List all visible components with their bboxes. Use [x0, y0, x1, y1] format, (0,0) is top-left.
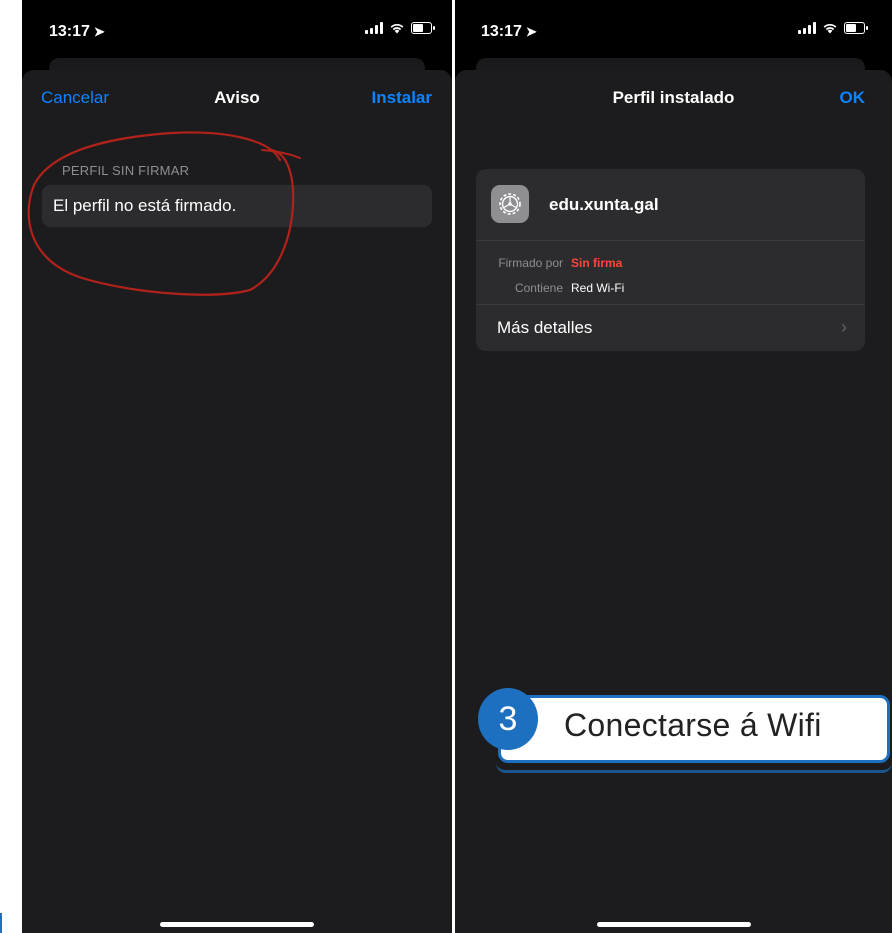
home-indicator [160, 922, 314, 927]
wifi-icon [390, 24, 404, 34]
signed-by-value: Sin firma [571, 256, 623, 270]
callout-text: Conectarse á Wifi [564, 707, 822, 743]
home-indicator [596, 922, 751, 927]
nav-title: Perfil instalado [612, 88, 735, 107]
contains-row: Contiene Red Wi-Fi [476, 281, 624, 295]
step-callout: Conectarse á Wifi 3 [478, 688, 892, 773]
ok-button[interactable]: OK [840, 88, 866, 108]
contains-label: Contiene [514, 281, 563, 295]
wifi-icon [823, 24, 837, 34]
status-time: 13:17 [49, 23, 90, 40]
location-arrow-icon: ➤ [525, 24, 537, 39]
chevron-right-icon: › [841, 317, 847, 337]
more-details-label: Más detalles [497, 318, 593, 337]
stray-blue-mark [0, 913, 2, 933]
signed-by-label: Firmado por [498, 256, 563, 270]
install-button[interactable]: Instalar [372, 88, 432, 108]
status-time: 13:17 [481, 23, 522, 40]
section-header: PERFIL SIN FIRMAR [62, 163, 190, 178]
status-bar: 13:17 ➤ [22, 0, 452, 58]
cellular-signal-icon [365, 22, 383, 34]
contains-value: Red Wi-Fi [571, 281, 625, 295]
install-sheet: Cancelar Aviso Instalar PERFIL SIN FIRMA… [22, 70, 452, 933]
location-arrow-icon: ➤ [93, 24, 105, 39]
profile-name: edu.xunta.gal [549, 195, 659, 214]
status-bar: 13:17 ➤ [455, 0, 892, 58]
more-details-row[interactable]: Más detalles › [476, 304, 865, 351]
right-phone-screen: 13:17 ➤ Perfil instalado OK edu.xunta.ga… [455, 0, 892, 933]
profile-sheet: Perfil instalado OK edu.xunta.gal Firmad… [455, 70, 892, 933]
battery-icon [411, 22, 435, 34]
settings-gear-icon [491, 185, 529, 223]
battery-icon [844, 22, 868, 34]
unsigned-warning-cell: El perfil no está firmado. [42, 185, 432, 227]
left-phone-screen: 13:17 ➤ Cancelar Aviso Instalar PERFIL SI… [22, 0, 452, 933]
nav-bar: Perfil instalado OK [455, 88, 892, 112]
profile-card: edu.xunta.gal Firmado por Sin firma Conti… [476, 169, 865, 351]
nav-bar: Cancelar Aviso Instalar [22, 88, 452, 112]
signed-by-row: Firmado por Sin firma [476, 256, 622, 270]
cellular-signal-icon [798, 22, 816, 34]
step-number-badge: 3 [478, 688, 538, 750]
